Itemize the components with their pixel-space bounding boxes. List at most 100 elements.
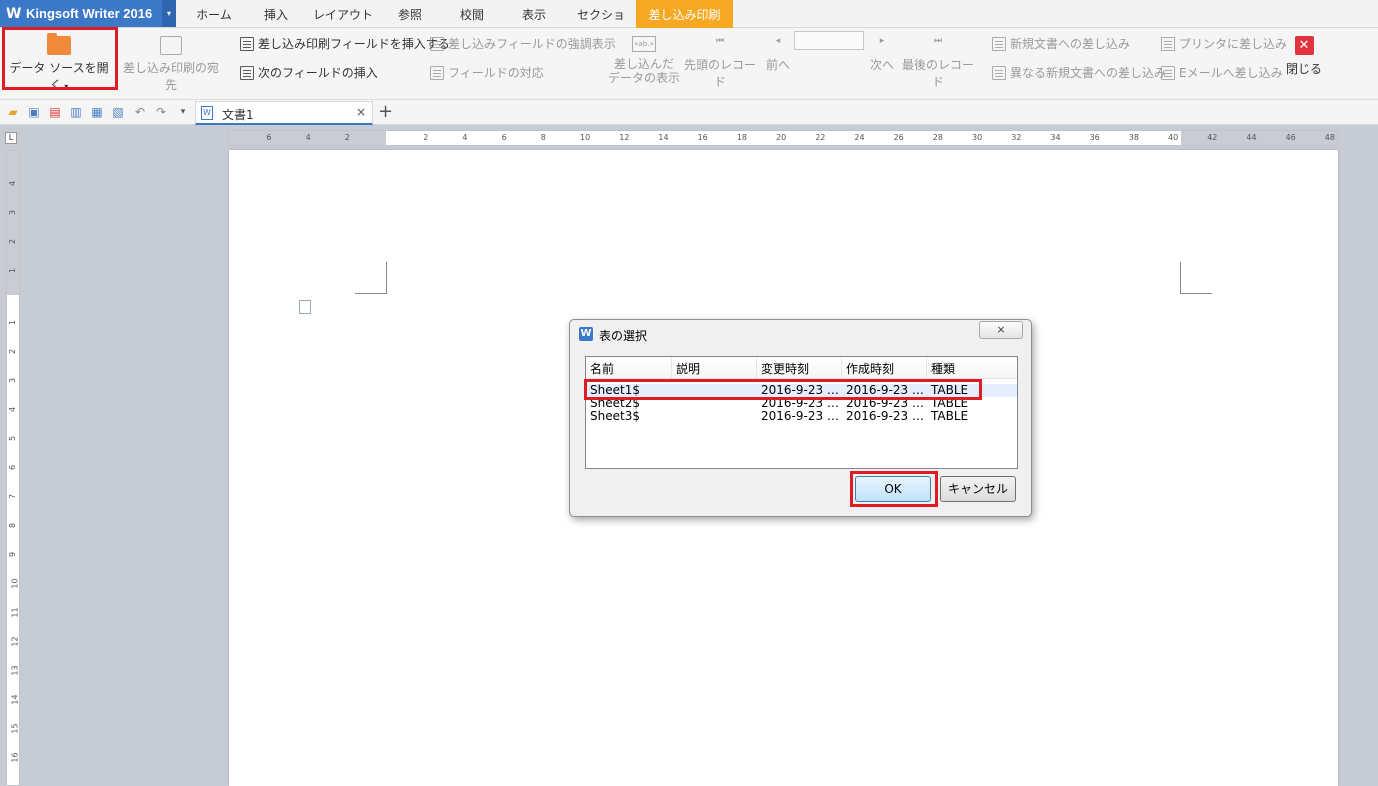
ruler-tick-label: 40 xyxy=(1168,133,1179,142)
tab-section[interactable]: セクション xyxy=(572,0,630,52)
record-number-input[interactable] xyxy=(794,31,864,50)
row-created: 2016-9-23 … xyxy=(846,409,924,423)
ruler-tick-label: 16 xyxy=(10,752,20,763)
ruler-tick-label: 6 xyxy=(8,464,18,471)
print-preview-icon[interactable]: ▦ xyxy=(90,105,104,119)
column-header-description[interactable]: 説明 xyxy=(672,357,757,379)
close-mail-merge-button[interactable]: ✕ 閉じる xyxy=(1284,36,1324,77)
merge-printer-label: プリンタに差し込み xyxy=(1179,37,1288,51)
ruler-tick-label: 6 xyxy=(501,133,507,142)
ruler-tick-label: 18 xyxy=(736,133,747,142)
tab-references[interactable]: 参照 xyxy=(385,0,435,28)
last-record-icon: ⏭ xyxy=(933,36,943,46)
column-header-modified[interactable]: 変更時刻 xyxy=(757,357,842,379)
document-tab[interactable]: W 文書1 × xyxy=(195,101,373,125)
merge-diff-new-doc-button[interactable]: 異なる新規文書への差し込み xyxy=(992,64,1166,81)
dialog-titlebar[interactable]: W 表の選択 ⨯ xyxy=(570,320,1031,348)
chevron-down-icon[interactable]: ▾ xyxy=(162,0,176,27)
dialog-close-button[interactable]: ⨯ xyxy=(979,321,1023,339)
paste-options-icon[interactable] xyxy=(299,300,311,314)
merge-new-doc-button[interactable]: 新規文書への差し込み xyxy=(992,35,1130,52)
ruler-tick-label: 46 xyxy=(1285,133,1296,142)
app-menu-button[interactable]: W Kingsoft Writer 2016 ▾ xyxy=(0,0,176,27)
new-tab-icon[interactable]: + xyxy=(378,101,393,122)
prev-icon: ◂ xyxy=(775,36,781,46)
column-header-name[interactable]: 名前 xyxy=(586,357,672,379)
document-tab-close-icon[interactable]: × xyxy=(356,105,366,119)
table-list[interactable]: 名前 説明 変更時刻 作成時刻 種類 Sheet1$ 2016-9-23 … 2… xyxy=(585,356,1018,469)
next-field-icon xyxy=(240,65,254,80)
tab-mail-merge[interactable]: 差し込み印刷 xyxy=(636,0,733,28)
ruler-tick-label: 13 xyxy=(10,665,20,676)
open-folder-icon[interactable]: ▰ xyxy=(6,105,20,119)
ruler-tick-label: 5 xyxy=(8,435,18,442)
view-merged-label-1: 差し込んだ xyxy=(613,57,674,71)
view-merged-data-button[interactable]: «ab.» 差し込んだ データの表示 xyxy=(608,36,680,85)
ruler-tick-label: 11 xyxy=(10,607,20,618)
insert-next-field-button[interactable]: 次のフィールドの挿入 xyxy=(240,64,378,81)
customize-chevron-icon[interactable]: ▾ xyxy=(176,105,190,119)
ruler-tick-label: 2 xyxy=(8,238,18,245)
highlight-fields-button[interactable]: 差し込みフィールドの強調表示 xyxy=(430,35,616,52)
first-record-button[interactable]: ⏮ 先頭のレコード xyxy=(682,36,758,90)
ruler-tick-label: 22 xyxy=(815,133,826,142)
prev-record-button[interactable]: ◂ 前へ xyxy=(760,36,796,73)
ruler-tick-label: 10 xyxy=(580,133,591,142)
ruler-tick-label: 48 xyxy=(1324,133,1335,142)
spellcheck-icon[interactable]: ▧ xyxy=(111,105,125,119)
ruler-tick-label: 30 xyxy=(972,133,983,142)
redo-icon[interactable]: ↷ xyxy=(154,105,168,119)
ruler-tick-label: 26 xyxy=(893,133,904,142)
insert-merge-field-button[interactable]: 差し込み印刷フィールドを挿入する xyxy=(240,35,450,52)
match-fields-button[interactable]: フィールドの対応 xyxy=(430,64,544,81)
ruler-tick-label: 4 xyxy=(8,180,18,187)
horizontal-ruler[interactable]: 6 4 2 2 4 6 8 10 12 14 16 18 20 22 24 26 28 30 32 34 36 38 40 4… xyxy=(228,130,1338,146)
last-record-button[interactable]: ⏭ 最後のレコード xyxy=(900,36,976,90)
column-header-type[interactable]: 種類 xyxy=(927,357,1017,379)
export-pdf-icon[interactable]: ▤ xyxy=(48,105,62,119)
tab-home[interactable]: ホーム xyxy=(186,0,242,28)
merge-new-doc-label: 新規文書への差し込み xyxy=(1010,37,1131,51)
ruler-tick-label: 20 xyxy=(776,133,787,142)
highlight-fields-label: 差し込みフィールドの強調表示 xyxy=(448,37,616,51)
next-record-button[interactable]: ▸ 次へ xyxy=(864,36,900,73)
ruler-tick-label: 1 xyxy=(8,319,18,326)
vertical-ruler[interactable]: 4 3 2 1 1 2 3 4 5 6 7 8 9 10 11 12 13 14 15 16 xyxy=(6,150,20,786)
mail-recipients-button[interactable]: 差し込み印刷の宛先 xyxy=(118,36,224,93)
ruler-tick-label: 12 xyxy=(10,636,20,647)
recipients-icon xyxy=(160,36,182,55)
ruler-tick-label: 24 xyxy=(854,133,865,142)
highlight-box-ok-button xyxy=(850,471,938,507)
tab-insert[interactable]: 挿入 xyxy=(250,0,302,28)
cancel-button[interactable]: キャンセル xyxy=(940,476,1016,502)
table-row[interactable]: Sheet3$ 2016-9-23 … 2016-9-23 … TABLE xyxy=(586,410,1017,423)
column-header-created[interactable]: 作成時刻 xyxy=(842,357,927,379)
undo-icon[interactable]: ↶ xyxy=(133,105,147,119)
merge-email-button[interactable]: Eメールへ差し込み xyxy=(1161,64,1283,81)
ruler-tick-label: 6 xyxy=(266,133,272,142)
ruler-tick-label: 44 xyxy=(1246,133,1257,142)
ruler-margin-top xyxy=(7,151,19,295)
ruler-tick-label: 4 xyxy=(8,406,18,413)
ruler-margin-right xyxy=(1181,131,1337,145)
tab-layout[interactable]: レイアウト xyxy=(310,0,376,28)
prev-label: 前へ xyxy=(765,58,790,72)
tab-view[interactable]: 表示 xyxy=(509,0,559,28)
tab-stop-selector[interactable]: L xyxy=(5,132,17,144)
ruler-tick-label: 4 xyxy=(305,133,311,142)
merge-printer-button[interactable]: プリンタに差し込み xyxy=(1161,35,1287,52)
save-icon[interactable]: ▣ xyxy=(27,105,41,119)
close-icon: ✕ xyxy=(1294,36,1314,55)
printer-icon xyxy=(1161,36,1175,51)
app-name: Kingsoft Writer 2016 xyxy=(26,6,153,21)
tab-review[interactable]: 校閲 xyxy=(447,0,497,28)
diff-doc-icon xyxy=(992,65,1006,80)
insert-next-field-label: 次のフィールドの挿入 xyxy=(258,66,378,80)
print-icon[interactable]: ▥ xyxy=(69,105,83,119)
new-doc-icon xyxy=(992,36,1006,51)
ruler-tick-label: 32 xyxy=(1011,133,1022,142)
mail-recipients-label: 差し込み印刷の宛先 xyxy=(122,61,219,92)
title-bar: W Kingsoft Writer 2016 ▾ ホーム 挿入 レイアウト 参照… xyxy=(0,0,1378,52)
document-icon: W xyxy=(201,106,213,120)
ruler-tick-label: 2 xyxy=(423,133,429,142)
